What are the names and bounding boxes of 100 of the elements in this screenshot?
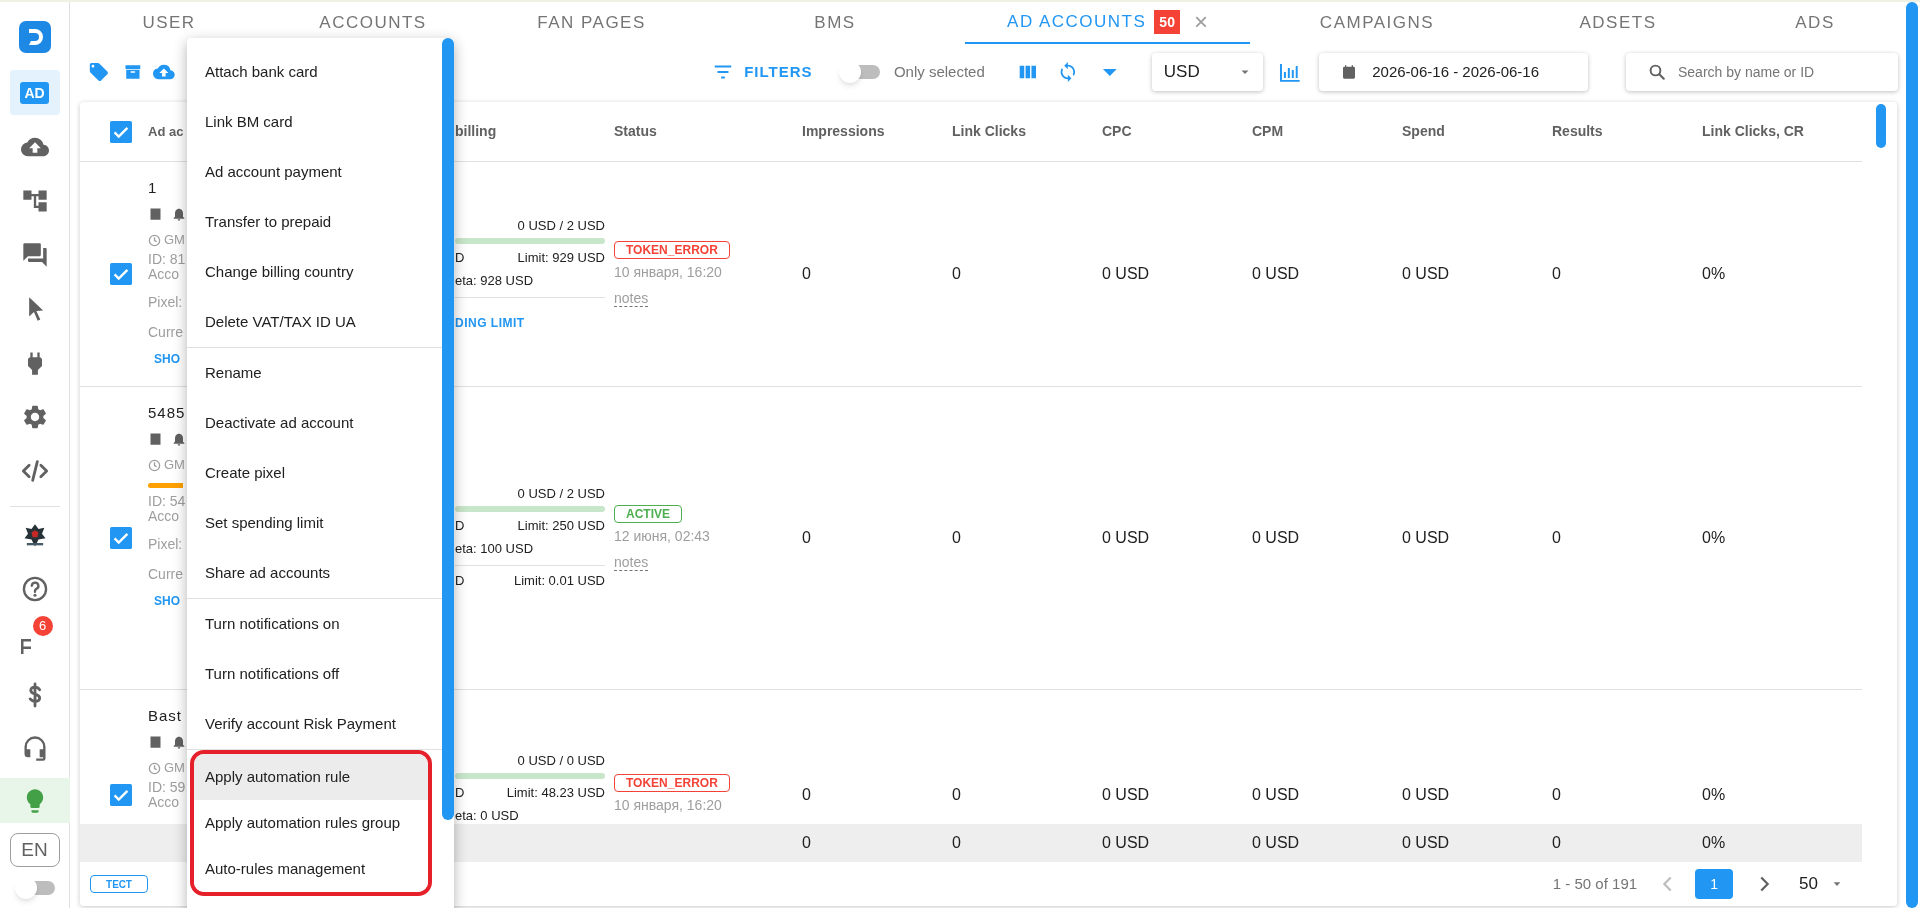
tab[interactable]: CAMPAIGNS <box>1250 2 1504 44</box>
scrollbar-thumb[interactable] <box>1876 104 1886 148</box>
billing-label: D <box>455 516 465 535</box>
menu-item[interactable]: Apply automation rule <box>194 754 428 800</box>
account-detail: Pixel: <box>148 535 183 554</box>
total-cell-text: 0 <box>802 833 811 853</box>
count-badge: 50 <box>1154 10 1180 34</box>
tag-icon[interactable] <box>88 61 110 83</box>
bell-icon <box>171 431 187 447</box>
table-cell-text: 0 USD <box>1402 528 1450 548</box>
checkbox[interactable] <box>110 263 132 285</box>
tab[interactable]: ADSETS <box>1504 2 1732 44</box>
billing-detail: eta: 100 USD <box>455 539 535 558</box>
table-cell-text: 0% <box>1702 264 1726 284</box>
column-header: Impressions <box>802 122 885 141</box>
account-detail: Curre <box>148 565 183 584</box>
account-detail: ID: 59 <box>148 780 186 795</box>
language-button[interactable]: EN <box>9 833 60 867</box>
tab[interactable]: ADS <box>1732 2 1898 44</box>
per-page-select[interactable]: 50 <box>1799 871 1842 897</box>
menu-scrollbar[interactable] <box>442 38 454 820</box>
logo-icon[interactable] <box>18 21 51 53</box>
theme-toggle[interactable] <box>14 877 55 899</box>
help-icon <box>20 574 49 603</box>
checkbox[interactable] <box>110 783 132 806</box>
table-cell-text: 0% <box>1702 784 1726 805</box>
checkbox[interactable] <box>110 527 132 549</box>
status-badge: TOKEN_ERROR <box>614 774 730 792</box>
column-header: Status <box>614 122 657 141</box>
calendar-icon <box>1341 64 1358 80</box>
billing-total: 0 USD / 2 USD <box>517 484 605 503</box>
table-cell-text: 0 <box>952 264 961 284</box>
account-detail: Acco <box>148 267 180 282</box>
table-cell-text: 0 USD <box>1252 264 1300 284</box>
date-range-field[interactable]: 2026-06-16 - 2026-06-16 <box>1319 53 1588 91</box>
billing-limit: Limit: 250 USD <box>517 516 605 535</box>
checkbox[interactable] <box>110 120 132 143</box>
status-badge: ACTIVE <box>614 505 682 523</box>
column-header: Link Clicks <box>952 122 1026 141</box>
billing-label: D <box>455 571 465 590</box>
table-cell-text: 0 <box>1552 528 1561 548</box>
table-cell-text: 0 <box>1552 264 1561 284</box>
billing-limit: Limit: 929 USD <box>517 248 605 267</box>
only-selected-label: Only selected <box>893 61 985 82</box>
table-cell-text: 0 USD <box>1402 784 1450 805</box>
column-header: Spend <box>1402 122 1445 141</box>
account-detail: Curre <box>148 323 183 342</box>
account-name: 1 <box>148 178 158 198</box>
chat-icon <box>20 240 49 269</box>
bell-icon <box>171 734 187 750</box>
account-name: 5485 <box>148 403 186 423</box>
clock-icon <box>148 458 161 472</box>
billing-total: 0 USD / 0 USD <box>517 752 605 770</box>
column-header: Ad ac <box>148 122 184 141</box>
total-cell-text: 0 USD <box>1252 833 1300 853</box>
account-detail: ID: 54 <box>148 494 186 509</box>
timezone-text: GM <box>164 456 185 474</box>
table-cell-text: 0% <box>1702 528 1726 548</box>
account-detail: Acco <box>148 795 180 810</box>
account-detail: ID: 81 <box>148 252 186 267</box>
notification-badge: 6 <box>32 616 53 636</box>
table-cell-text: 0 <box>802 264 811 284</box>
tab[interactable]: USER <box>70 2 268 44</box>
bell-icon <box>171 206 187 222</box>
table-cell-text: 0 <box>802 784 811 805</box>
status-date: 12 июня, 02:43 <box>614 527 710 546</box>
caret-icon <box>1832 879 1842 889</box>
nav-item[interactable]: 6 <box>0 619 70 664</box>
only-selected-switch[interactable] <box>838 61 880 83</box>
book-icon <box>148 206 163 222</box>
status-date: 10 января, 16:20 <box>614 263 722 282</box>
account-detail: Acco <box>148 509 180 524</box>
tab[interactable]: FAN PAGES <box>478 2 705 44</box>
column-header: Results <box>1552 122 1603 141</box>
billing-detail: eta: 0 USD <box>455 807 520 824</box>
table-cell-text: 0 USD <box>1252 784 1300 805</box>
currency-select[interactable]: USD <box>1151 53 1263 91</box>
total-cell-text: 0 <box>1552 833 1561 853</box>
clock-icon <box>148 761 161 775</box>
usage-bar <box>148 483 183 488</box>
status-badge: TOKEN_ERROR <box>614 241 730 259</box>
table-cell-text: 0 USD <box>1102 264 1150 284</box>
page-scrollbar[interactable] <box>1906 2 1918 908</box>
billing-label: D <box>455 248 465 267</box>
table-cell-text: 0 USD <box>1402 264 1450 284</box>
timezone-text: GM <box>164 759 185 777</box>
status-date: 10 января, 16:20 <box>614 796 722 815</box>
book-icon <box>148 431 163 447</box>
tab[interactable]: AD ACCOUNTS 50 × <box>965 2 1250 44</box>
total-cell-text: 0 USD <box>1402 833 1450 853</box>
column-header: CPC <box>1102 122 1132 141</box>
table-cell-text: 0 USD <box>1102 784 1150 805</box>
tab[interactable]: BMS <box>705 2 965 44</box>
table-cell-text: 0 <box>952 528 961 548</box>
column-header: billing <box>455 122 497 141</box>
billing-detail: eta: 928 USD <box>455 271 535 290</box>
search-field[interactable]: Search by name or ID <box>1626 53 1898 91</box>
archive-icon[interactable] <box>123 63 142 81</box>
account-name: Bast <box>148 706 182 726</box>
table-cell-text: 0 <box>952 784 961 805</box>
